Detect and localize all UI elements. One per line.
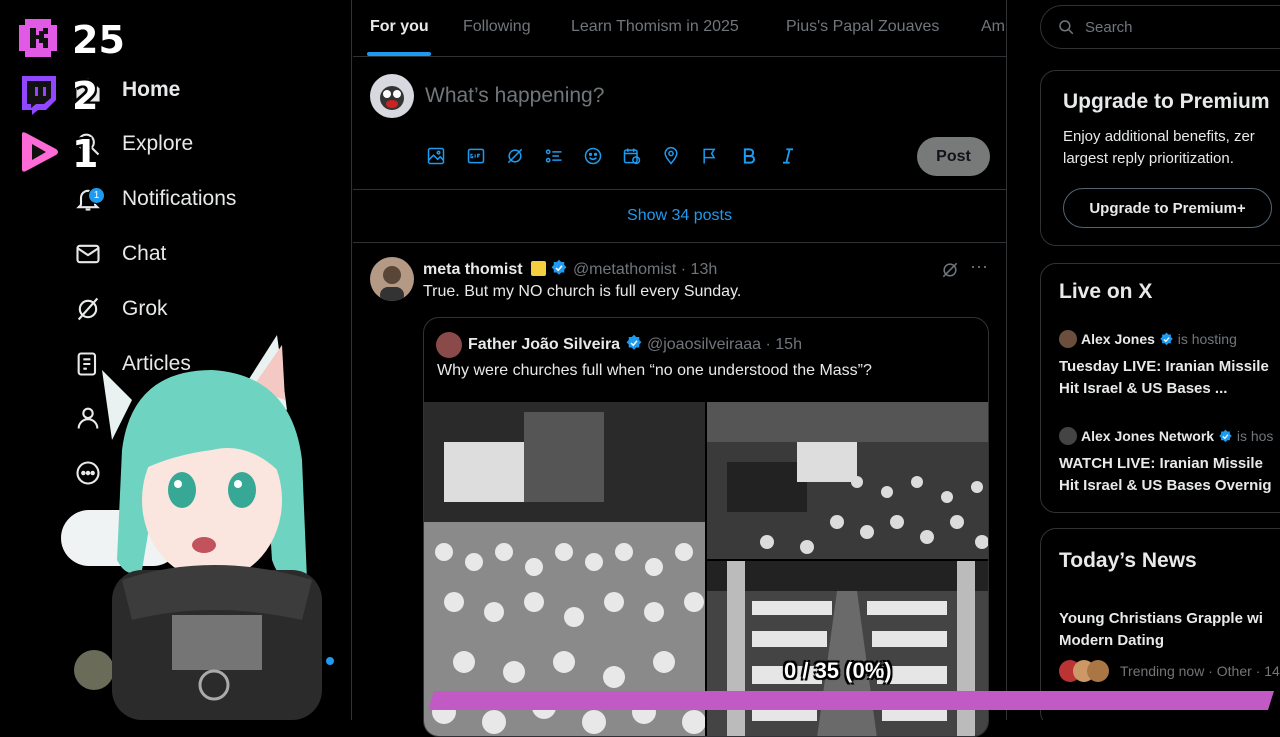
live-host-name: Alex Jones Network [1081,428,1215,444]
quoted-photo-3[interactable] [707,561,988,736]
upgrade-premium-button[interactable]: Upgrade to Premium+ [1063,188,1272,228]
grok-icon [77,297,99,321]
right-sidebar: Search Upgrade to Premium Enjoy addition… [1008,0,1280,720]
flag-icon[interactable] [700,146,722,168]
live-title-line2[interactable]: Hit Israel & US Bases ... [1059,380,1227,397]
tweet-text: True. But my NO church is full every Sun… [423,283,742,300]
grok-explain-icon[interactable] [940,260,960,280]
quoted-tweet[interactable]: Father João Silveira @joaosilveiraaa · 1… [423,317,989,737]
news-meta: Trending now · Other · 14 [1120,663,1280,679]
mail-icon [76,244,100,264]
live-title-line2[interactable]: Hit Israel & US Bases Overnig [1059,477,1272,494]
nav-chat-label: Chat [122,242,167,265]
bell-icon-wrap: 1 [74,185,105,213]
live-title-line1[interactable]: WATCH LIVE: Iranian Missile [1059,455,1263,472]
nav-home-label: Home [122,78,181,101]
tweet-author-avatar[interactable] [370,257,414,301]
live-host-avatar [1059,427,1077,445]
italic-icon[interactable] [778,146,800,168]
grok-tool-icon[interactable] [505,146,527,168]
news-headline-line1[interactable]: Young Christians Grapple wi [1059,610,1263,627]
live-host-status: is hosting [1177,331,1237,347]
kick-count: 25 [72,18,125,62]
quoted-text: Why were churches full when “no one unde… [437,362,872,379]
premium-card: Upgrade to Premium Enjoy additional bene… [1040,70,1280,246]
vtuber-avatar [102,335,322,720]
post-button[interactable]: Post [917,137,990,176]
composer-avatar[interactable] [370,74,414,118]
goal-progress-bar [428,691,1274,710]
live-title: Live on X [1059,280,1153,303]
news-avatar [1087,660,1109,682]
verified-badge-icon [1219,429,1232,443]
quoted-author-avatar [436,332,462,358]
play-icon [16,130,60,174]
search-field[interactable]: Search [1040,5,1280,49]
schedule-icon[interactable] [622,146,644,168]
live-host-row[interactable]: Alex Jones is hosting [1081,331,1237,347]
quoted-photo-2[interactable] [707,402,988,559]
premium-text-line2: largest reply prioritization. [1063,150,1234,167]
nav-grok[interactable]: Grok [74,289,168,329]
live-host-avatar [1059,330,1077,348]
tweet-time[interactable]: · 13h [681,261,717,278]
live-title-line1[interactable]: Tuesday LIVE: Iranian Missile [1059,358,1269,375]
twitch-count: 2 [72,74,99,118]
search-icon [1059,20,1074,35]
verified-badge-icon [551,259,567,275]
timeline-tabs: For you Following Learn Thomism in 2025 … [353,0,1006,57]
poll-icon[interactable] [544,146,566,168]
tab-following[interactable]: Following [463,18,531,36]
live-host-status: is hos [1236,428,1274,444]
tab-for-you[interactable]: For you [370,18,429,36]
nav-explore-label: Explore [122,132,194,155]
notification-badge: 1 [88,187,105,204]
location-icon[interactable] [661,146,683,168]
tweet-author-handle[interactable]: @metathomist [573,261,676,278]
quoted-author-name: Father João Silveira [468,336,621,353]
compose-input[interactable]: What’s happening? [425,84,604,108]
verified-badge-icon [1160,332,1173,346]
verified-badge-icon [626,334,642,350]
nav-notifications-label: Notifications [122,187,237,210]
search-placeholder: Search [1085,18,1133,36]
nav-notifications[interactable]: 1 Notifications [74,179,236,219]
tab-learn-thomism[interactable]: Learn Thomism in 2025 [571,18,739,36]
tab-overflow[interactable]: Am [981,18,1005,36]
main-timeline: For you Following Learn Thomism in 2025 … [353,0,1007,737]
kick-icon [16,16,60,60]
live-host-name: Alex Jones [1081,331,1155,347]
tweet-header: meta thomist @metathomist · 13h [423,259,717,279]
active-tab-indicator [367,52,431,56]
media-icon[interactable] [426,146,448,168]
news-title: Today’s News [1059,549,1197,572]
gif-icon[interactable] [466,146,488,168]
tab-papal-zouaves[interactable]: Pius's Papal Zouaves [786,18,939,36]
premium-title: Upgrade to Premium [1063,90,1270,113]
tweet-author-name[interactable]: meta thomist [423,261,523,278]
goal-progress-text: 0 / 35 (0%) [784,658,892,683]
emoji-icon[interactable] [583,146,605,168]
play-count: 1 [72,132,99,176]
post-composer: What’s happening? Post [353,57,1006,190]
premium-text-line1: Enjoy additional benefits, zer [1063,128,1255,145]
show-new-posts[interactable]: Show 34 posts [353,190,1006,243]
bold-icon[interactable] [739,146,761,168]
more-options-icon[interactable]: ··· [970,256,988,277]
quoted-author-handle: @joaosilveiraaa [646,336,762,353]
twitch-icon [16,72,60,116]
yellow-square-emoji-icon [531,261,547,276]
live-host-row[interactable]: Alex Jones Network is hos [1081,428,1273,444]
quoted-time: · 15h [765,336,802,353]
quoted-photo-1[interactable] [424,402,705,736]
news-headline-line2[interactable]: Modern Dating [1059,632,1164,649]
nav-chat[interactable]: Chat [74,234,166,274]
quoted-header: Father João Silveira @joaosilveiraaa · 1… [468,334,802,354]
nav-grok-label: Grok [122,297,168,320]
live-on-x-card: Live on X Alex Jones is hosting Tuesday … [1040,263,1280,513]
